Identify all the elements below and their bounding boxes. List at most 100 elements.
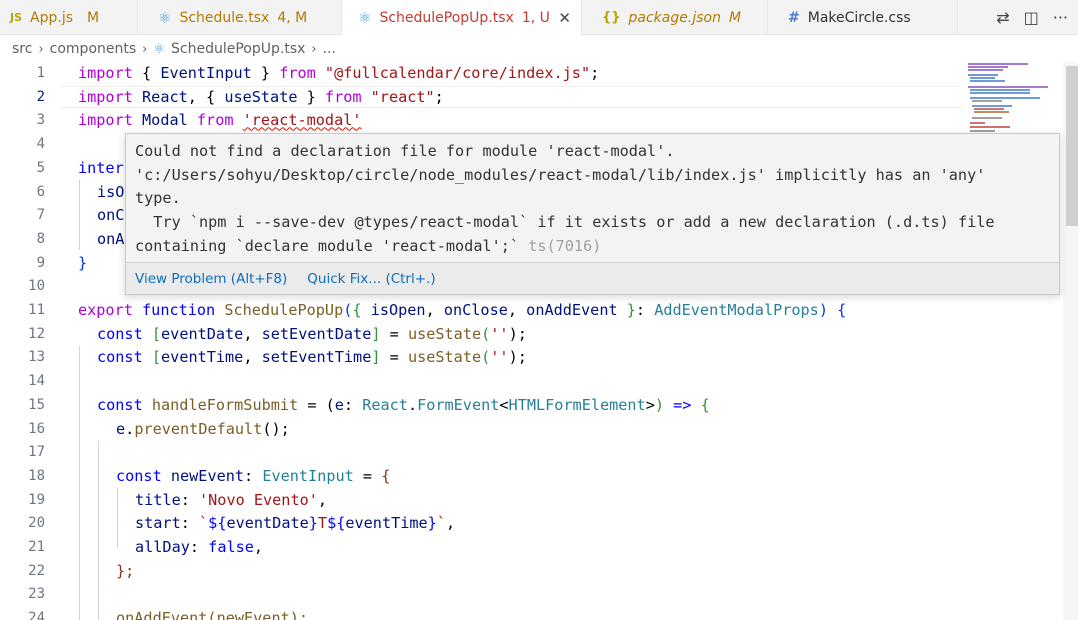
- code-text: inter: [78, 158, 124, 177]
- breadcrumb-components[interactable]: components: [50, 41, 137, 57]
- tab-package-json[interactable]: {} package.json M: [582, 0, 768, 35]
- code-text: };: [116, 561, 135, 580]
- code-text: }: [78, 253, 88, 272]
- line-number: 13: [28, 349, 45, 366]
- line-number: 12: [28, 325, 45, 342]
- line-number: 19: [28, 491, 45, 508]
- error-hover-popup: Could not find a declaration file for mo…: [125, 133, 1060, 295]
- chevron-right-icon: ›: [142, 41, 148, 57]
- breadcrumb: src › components › ⚛ SchedulePopUp.tsx ›…: [0, 36, 960, 62]
- split-editor-icon[interactable]: ◫: [1024, 8, 1039, 27]
- hover-message-line: 'c:/Users/sohyu/Desktop/circle/node_modu…: [135, 165, 986, 184]
- tab-status: M: [87, 9, 100, 26]
- code-text: const handleFormSubmit = (e: React.FormE…: [97, 395, 710, 414]
- line-number: 5: [36, 159, 45, 176]
- code-line: 3 import Modal from 'react-modal': [0, 109, 960, 133]
- react-file-icon: ⚛: [358, 9, 372, 27]
- close-icon[interactable]: ✕: [558, 9, 571, 27]
- line-number: 18: [28, 467, 45, 484]
- code-line: 20 start: `${eventDate}T${eventTime}`,: [0, 512, 960, 536]
- code-text: import { EventInput } from "@fullcalenda…: [78, 64, 600, 82]
- tab-schedule-tsx[interactable]: ⚛ Schedule.tsx 4, M: [138, 0, 342, 35]
- json-file-icon: {}: [602, 10, 621, 25]
- code-line: 15 const handleFormSubmit = (e: React.Fo…: [0, 394, 960, 418]
- view-problem-link[interactable]: View Problem (Alt+F8): [135, 271, 287, 287]
- hover-message: Could not find a declaration file for mo…: [135, 140, 1050, 259]
- line-number: 1: [36, 65, 45, 81]
- line-number: 20: [28, 515, 45, 532]
- code-text: const newEvent: EventInput = {: [116, 466, 391, 485]
- line-number: 7: [36, 207, 45, 224]
- hover-actions: View Problem (Alt+F8) Quick Fix... (Ctrl…: [126, 262, 1059, 294]
- line-number: 22: [28, 562, 45, 579]
- code-line: 17: [0, 441, 960, 465]
- tab-label: SchedulePopUp.tsx: [379, 10, 514, 26]
- minimap[interactable]: [965, 62, 1065, 142]
- css-file-icon: #: [788, 9, 800, 26]
- editor-actions: ⇄ ◫ ···: [996, 0, 1068, 35]
- line-number: 11: [28, 302, 45, 318]
- tab-status: 1, U: [521, 10, 550, 26]
- code-text: e.preventDefault();: [116, 419, 290, 438]
- line-number: 23: [28, 586, 45, 603]
- code-text: onAddEvent(newEvent);: [116, 609, 309, 620]
- react-file-icon: ⚛: [153, 41, 166, 57]
- tab-label: App.js: [30, 9, 73, 26]
- hover-message-line: containing `declare module 'react-modal'…: [135, 236, 520, 255]
- code-text: const [eventTime, setEventTime] = useSta…: [97, 348, 527, 367]
- code-text: start: `${eventDate}T${eventTime}`,: [135, 514, 456, 533]
- more-actions-icon[interactable]: ···: [1053, 8, 1068, 27]
- code-line: 12 const [eventDate, setEventDate] = use…: [0, 323, 960, 347]
- editor-tab-bar: JS App.js M ⚛ Schedule.tsx 4, M ⚛ Schedu…: [0, 0, 1078, 36]
- code-text: import React, { useState } from "react";: [78, 87, 444, 106]
- js-file-icon: JS: [10, 11, 23, 24]
- code-line: 2 import React, { useState } from "react…: [0, 86, 960, 110]
- hover-message-line: Could not find a declaration file for mo…: [135, 142, 675, 160]
- scrollbar-thumb[interactable]: [1066, 66, 1078, 226]
- code-line: 16 e.preventDefault();: [0, 418, 960, 442]
- tab-schedulepopup-tsx[interactable]: ⚛ SchedulePopUp.tsx 1, U ✕: [342, 0, 582, 36]
- tab-label: Schedule.tsx: [179, 9, 270, 26]
- line-number: 17: [28, 444, 45, 461]
- line-number: 14: [28, 373, 45, 390]
- tab-app-js[interactable]: JS App.js M: [0, 0, 138, 35]
- quick-fix-link[interactable]: Quick Fix... (Ctrl+.): [307, 271, 435, 287]
- code-text: title: 'Novo Evento',: [135, 490, 328, 509]
- line-number: 16: [28, 420, 45, 437]
- breadcrumb-src[interactable]: src: [12, 41, 32, 57]
- tab-label: package.json: [628, 9, 721, 26]
- error-squiggle: 'react-modal': [242, 111, 362, 130]
- code-text: import Modal from 'react-modal': [78, 111, 362, 130]
- breadcrumb-file[interactable]: SchedulePopUp.tsx: [171, 41, 305, 57]
- code-line: 14: [0, 370, 960, 394]
- tab-status: M: [728, 9, 742, 26]
- code-line: 23: [0, 583, 960, 607]
- code-line: 24 onAddEvent(newEvent);: [0, 607, 960, 620]
- code-line: 19 title: 'Novo Evento',: [0, 489, 960, 513]
- line-number: 9: [36, 254, 45, 271]
- breadcrumb-more[interactable]: ...: [323, 41, 336, 57]
- chevron-right-icon: ›: [311, 41, 317, 57]
- code-text: onA: [97, 229, 125, 248]
- code-text: export function SchedulePopUp({ isOpen, …: [78, 301, 847, 319]
- code-line: 18 const newEvent: EventInput = {: [0, 465, 960, 489]
- line-number: 4: [36, 136, 45, 153]
- line-number: 8: [36, 230, 45, 247]
- tab-makecircle-css[interactable]: # MakeCircle.css: [768, 0, 958, 35]
- line-number: 10: [28, 278, 45, 295]
- line-number: 6: [36, 183, 45, 200]
- hover-message-line: type.: [135, 189, 181, 208]
- line-number: 21: [28, 539, 45, 555]
- line-number: 2: [36, 88, 45, 105]
- tab-label: MakeCircle.css: [807, 9, 911, 26]
- code-line: 13 const [eventTime, setEventTime] = use…: [0, 346, 960, 370]
- code-line: 1 import { EventInput } from "@fullcalen…: [0, 62, 960, 86]
- line-number: 15: [28, 396, 45, 413]
- error-code: ts(7016): [519, 236, 602, 255]
- line-number: 24: [28, 610, 45, 620]
- compare-changes-icon[interactable]: ⇄: [996, 8, 1009, 27]
- react-file-icon: ⚛: [158, 8, 172, 27]
- code-text: onC: [97, 206, 125, 225]
- line-number: 3: [36, 112, 45, 129]
- code-text: const [eventDate, setEventDate] = useSta…: [97, 324, 527, 343]
